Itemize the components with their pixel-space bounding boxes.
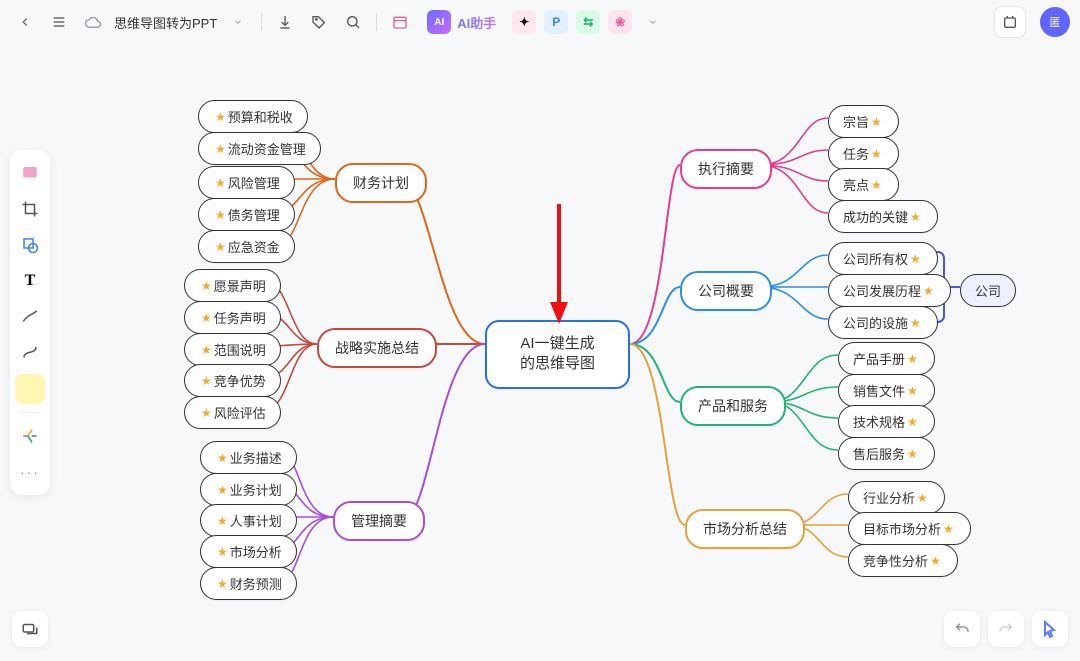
leaf-mgmt-1[interactable]: ★业务计划 bbox=[200, 473, 297, 506]
search-button[interactable] bbox=[338, 7, 368, 37]
leaf-mkt-0[interactable]: 行业分析★ bbox=[848, 481, 945, 514]
star-icon: ★ bbox=[201, 311, 212, 325]
leaf-exec-3[interactable]: 成功的关键★ bbox=[828, 200, 938, 233]
leaf-mgmt-0[interactable]: ★业务描述 bbox=[200, 441, 297, 474]
top-toolbar: 思维导图转为PPT AI AI助手 ✦ P ⇆ ❀ 匿 bbox=[0, 0, 1080, 44]
leaf-mkt-1[interactable]: 目标市场分析★ bbox=[848, 512, 971, 545]
star-icon: ★ bbox=[215, 176, 226, 190]
app-chip-ppt[interactable]: P bbox=[544, 10, 568, 34]
star-icon: ★ bbox=[215, 110, 226, 124]
star-icon: ★ bbox=[930, 554, 941, 568]
star-icon: ★ bbox=[217, 514, 228, 528]
app-chip-c[interactable]: ⇆ bbox=[576, 10, 600, 34]
leaf-exec-1[interactable]: 任务★ bbox=[828, 137, 899, 170]
node-strat[interactable]: 战略实施总结 bbox=[317, 328, 437, 368]
document-title: 思维导图转为PPT bbox=[114, 13, 217, 32]
center-line-2: 的思维导图 bbox=[520, 355, 595, 372]
star-icon: ★ bbox=[201, 279, 212, 293]
star-icon: ★ bbox=[871, 178, 882, 192]
star-icon: ★ bbox=[907, 352, 918, 366]
leaf-prod-0[interactable]: 产品手册★ bbox=[838, 342, 935, 375]
leaf-comp-2[interactable]: 公司的设施★ bbox=[828, 306, 938, 339]
calendar-button[interactable] bbox=[385, 7, 415, 37]
leaf-mgmt-2[interactable]: ★人事计划 bbox=[200, 504, 297, 537]
leaf-fin-2[interactable]: ★风险管理 bbox=[198, 166, 295, 199]
leaf-fin-1[interactable]: ★流动资金管理 bbox=[198, 132, 321, 165]
app-chip-1[interactable]: ✦ bbox=[512, 10, 536, 34]
star-icon: ★ bbox=[215, 142, 226, 156]
ai-badge-icon: AI bbox=[427, 10, 451, 34]
company-tag[interactable]: 公司 bbox=[960, 274, 1016, 307]
leaf-strat-2[interactable]: ★范围说明 bbox=[184, 333, 281, 366]
leaf-comp-0[interactable]: 公司所有权★ bbox=[828, 242, 938, 275]
node-mkt[interactable]: 市场分析总结 bbox=[685, 509, 805, 549]
leaf-strat-1[interactable]: ★任务声明 bbox=[184, 301, 281, 334]
cloud-sync-icon[interactable] bbox=[78, 7, 108, 37]
pointer-tool[interactable] bbox=[1032, 611, 1068, 647]
leaf-mgmt-4[interactable]: ★财务预测 bbox=[200, 567, 297, 600]
leaf-comp-1[interactable]: 公司发展历程★ bbox=[828, 274, 951, 307]
redo-button[interactable] bbox=[988, 611, 1024, 647]
leaf-prod-1[interactable]: 销售文件★ bbox=[838, 374, 935, 407]
star-icon: ★ bbox=[907, 415, 918, 429]
ai-assistant-label: AI助手 bbox=[453, 13, 500, 32]
leaf-fin-0[interactable]: ★预算和税收 bbox=[198, 100, 308, 133]
star-icon: ★ bbox=[907, 384, 918, 398]
leaf-prod-2[interactable]: 技术规格★ bbox=[838, 405, 935, 438]
mindmap-canvas[interactable]: AI一键生成 的思维导图 财务计划 ★预算和税收 ★流动资金管理 ★风险管理 ★… bbox=[0, 44, 1080, 661]
apps-button[interactable] bbox=[994, 6, 1026, 38]
star-icon: ★ bbox=[217, 483, 228, 497]
ai-assistant-button[interactable]: AI AI助手 bbox=[419, 7, 506, 37]
leaf-strat-4[interactable]: ★风险评估 bbox=[184, 396, 281, 429]
star-icon: ★ bbox=[907, 447, 918, 461]
leaf-fin-3[interactable]: ★债务管理 bbox=[198, 198, 295, 231]
star-icon: ★ bbox=[201, 406, 212, 420]
menu-button[interactable] bbox=[44, 7, 74, 37]
back-button[interactable] bbox=[10, 7, 40, 37]
star-icon: ★ bbox=[215, 240, 226, 254]
app-chip-h[interactable]: ❀ bbox=[608, 10, 632, 34]
star-icon: ★ bbox=[917, 491, 928, 505]
tag-button[interactable] bbox=[304, 7, 334, 37]
download-button[interactable] bbox=[270, 7, 300, 37]
star-icon: ★ bbox=[910, 316, 921, 330]
leaf-exec-0[interactable]: 宗旨★ bbox=[828, 105, 899, 138]
center-line-1: AI一键生成 bbox=[520, 335, 594, 352]
star-icon: ★ bbox=[201, 374, 212, 388]
star-icon: ★ bbox=[217, 577, 228, 591]
leaf-prod-3[interactable]: 售后服务★ bbox=[838, 437, 935, 470]
layers-button[interactable] bbox=[12, 611, 48, 647]
star-icon: ★ bbox=[923, 284, 934, 298]
separator bbox=[376, 13, 377, 31]
leaf-strat-3[interactable]: ★竞争优势 bbox=[184, 364, 281, 397]
star-icon: ★ bbox=[217, 451, 228, 465]
leaf-mkt-2[interactable]: 竞争性分析★ bbox=[848, 544, 958, 577]
leaf-mgmt-3[interactable]: ★市场分析 bbox=[200, 535, 297, 568]
leaf-exec-2[interactable]: 亮点★ bbox=[828, 168, 899, 201]
node-exec[interactable]: 执行摘要 bbox=[680, 149, 772, 189]
star-icon: ★ bbox=[871, 147, 882, 161]
star-icon: ★ bbox=[201, 343, 212, 357]
star-icon: ★ bbox=[215, 208, 226, 222]
leaf-strat-0[interactable]: ★愿景声明 bbox=[184, 269, 281, 302]
node-comp[interactable]: 公司概要 bbox=[680, 271, 772, 311]
node-prod[interactable]: 产品和服务 bbox=[680, 386, 786, 426]
user-avatar[interactable]: 匿 bbox=[1040, 7, 1070, 37]
mindmap-center-node[interactable]: AI一键生成 的思维导图 bbox=[485, 320, 630, 389]
separator bbox=[261, 13, 262, 31]
star-icon: ★ bbox=[943, 522, 954, 536]
node-mgmt[interactable]: 管理摘要 bbox=[333, 501, 425, 541]
undo-button[interactable] bbox=[944, 611, 980, 647]
title-dropdown-icon[interactable] bbox=[223, 7, 253, 37]
star-icon: ★ bbox=[217, 545, 228, 559]
star-icon: ★ bbox=[910, 210, 921, 224]
leaf-fin-4[interactable]: ★应急资金 bbox=[198, 230, 295, 263]
more-apps-dropdown[interactable] bbox=[638, 7, 668, 37]
node-fin[interactable]: 财务计划 bbox=[335, 163, 427, 203]
star-icon: ★ bbox=[910, 252, 921, 266]
star-icon: ★ bbox=[871, 115, 882, 129]
